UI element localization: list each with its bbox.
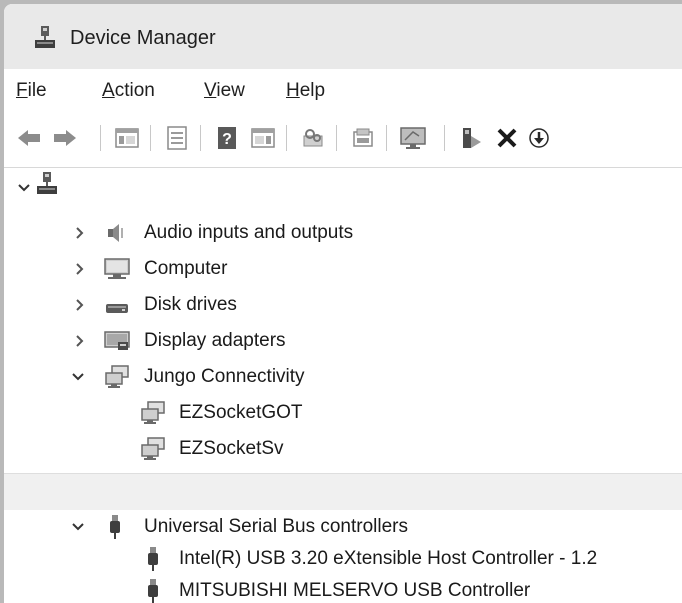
tree-item-usb-controllers[interactable]: Universal Serial Bus controllers (4, 510, 682, 544)
menu-action-rest: ction (114, 80, 155, 101)
screenshot-gap (4, 473, 682, 511)
back-icon (18, 130, 40, 146)
chevron-right-icon[interactable] (71, 225, 87, 241)
action-pane-icon (251, 128, 275, 148)
menu-view[interactable]: View (204, 80, 245, 102)
computer-root-icon[interactable] (34, 170, 60, 196)
scan-hardware-icon (353, 128, 373, 147)
tree-item-computer[interactable]: Computer (4, 252, 682, 286)
tree-item-label: MITSUBISHI MELSERVO USB Controller (179, 580, 531, 601)
scan-hardware-button[interactable] (348, 123, 378, 153)
disk-drive-icon (106, 304, 128, 313)
display-icon (400, 127, 426, 149)
tree-item-intel-usb-host[interactable]: Intel(R) USB 3.20 eXtensible Host Contro… (4, 542, 682, 576)
toolbar-separator (200, 125, 201, 151)
action-pane-button[interactable] (248, 123, 278, 153)
tree-item-label: Intel(R) USB 3.20 eXtensible Host Contro… (179, 548, 598, 569)
menu-help-accel: H (286, 80, 300, 101)
toolbar-separator (386, 125, 387, 151)
tree-item-label: EZSocketGOT (179, 402, 303, 423)
menu-file-rest: ile (27, 80, 47, 101)
chevron-down-icon[interactable] (70, 519, 86, 535)
display-adapter-icon (104, 331, 130, 350)
network-icon (141, 401, 165, 424)
toolbar-separator (150, 125, 151, 151)
menu-help-rest: elp (299, 80, 326, 101)
properties-button[interactable] (162, 123, 192, 153)
menu-view-accel: V (204, 80, 217, 101)
menu-file-accel: F (16, 80, 28, 101)
menu-bar: File Action View Help (4, 69, 682, 113)
forward-button[interactable] (50, 123, 80, 153)
menu-action-accel: A (102, 80, 115, 101)
show-hide-console-tree-button[interactable] (112, 123, 142, 153)
display-button[interactable] (398, 123, 428, 153)
tree-item-label: Universal Serial Bus controllers (144, 516, 408, 537)
forward-icon (54, 130, 76, 146)
network-icon (105, 365, 129, 388)
tree-item-mitsubishi-usb[interactable]: MITSUBISHI MELSERVO USB Controller (4, 574, 682, 603)
tree-item-ezsocketsv[interactable]: EZSocketSv (4, 432, 682, 466)
tree-item-audio[interactable]: Audio inputs and outputs (4, 216, 682, 250)
chevron-down-icon[interactable] (16, 180, 32, 196)
menu-view-rest: iew (216, 80, 245, 101)
usb-icon (110, 515, 120, 539)
enable-device-icon (463, 128, 481, 148)
menu-file[interactable]: File (16, 80, 47, 102)
title-bar[interactable]: Device Manager (4, 4, 682, 69)
tree-item-display-adapters[interactable]: Display adapters (4, 324, 682, 358)
toolbar-separator (286, 125, 287, 151)
tree-item-label: Audio inputs and outputs (144, 222, 354, 243)
tree-item-ezsocketgot[interactable]: EZSocketGOT (4, 396, 682, 430)
tree-item-jungo-connectivity[interactable]: Jungo Connectivity (4, 360, 682, 394)
menu-help[interactable]: Help (286, 80, 325, 102)
device-tree-usb: Universal Serial Bus controllers Intel(R… (4, 510, 682, 603)
tree-item-disk-drives[interactable]: Disk drives (4, 288, 682, 322)
device-manager-window: Device Manager File Action View Help ? A… (4, 4, 682, 603)
show-hide-console-tree-icon (115, 128, 139, 148)
menu-action[interactable]: Action (102, 80, 155, 102)
enable-device-button[interactable] (456, 123, 486, 153)
chevron-right-icon[interactable] (71, 261, 87, 277)
toolbar-separator (100, 125, 101, 151)
toolbar: ? (4, 113, 682, 168)
download-button[interactable] (524, 123, 554, 153)
chevron-right-icon[interactable] (71, 333, 87, 349)
tree-item-label: Display adapters (144, 330, 286, 351)
uninstall-device-button[interactable] (492, 123, 522, 153)
usb-icon (148, 579, 158, 603)
help-button[interactable]: ? (212, 123, 242, 153)
tree-item-label: Computer (144, 258, 228, 279)
network-icon (141, 437, 165, 460)
properties-icon (167, 126, 187, 150)
speaker-icon (108, 224, 123, 242)
usb-icon (148, 547, 158, 571)
tree-item-label: Disk drives (144, 294, 237, 315)
back-button[interactable] (14, 123, 44, 153)
tree-item-label: EZSocketSv (179, 438, 284, 459)
update-driver-button[interactable] (298, 123, 328, 153)
device-tree: Audio inputs and outputs Computer Disk d… (4, 168, 682, 473)
monitor-icon (104, 258, 130, 279)
chevron-right-icon[interactable] (71, 297, 87, 313)
update-driver-icon (303, 129, 323, 147)
tree-item-label: Jungo Connectivity (144, 366, 305, 387)
help-icon: ? (218, 127, 236, 149)
chevron-down-icon[interactable] (70, 369, 86, 385)
window-title: Device Manager (70, 27, 216, 49)
toolbar-separator (336, 125, 337, 151)
device-manager-app-icon (35, 26, 55, 48)
download-icon (529, 128, 549, 148)
uninstall-device-icon (497, 128, 517, 148)
svg-text:?: ? (222, 131, 232, 148)
toolbar-separator (444, 125, 445, 151)
